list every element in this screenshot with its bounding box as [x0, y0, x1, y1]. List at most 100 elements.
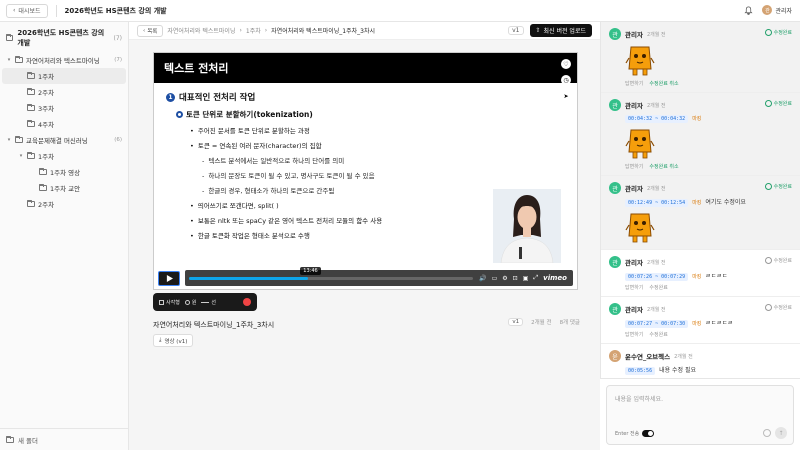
folder-icon: [27, 120, 35, 127]
comment-action[interactable]: 수정완료 취소: [649, 163, 678, 170]
comment-action[interactable]: 수정완료: [649, 284, 667, 291]
chevron-down-icon[interactable]: ▾: [6, 57, 12, 63]
dashboard-back-button[interactable]: ‹ 대시보드: [6, 3, 48, 18]
comment-item[interactable]: 윤 윤수연_오브젝스 2개월 전 00:05:56 내용 수정 필요: [601, 344, 800, 381]
top-bar: ‹ 대시보드 2026학년도 HS콘텐츠 강의 개발 관 관리자: [0, 0, 800, 22]
resolve-status[interactable]: 수정완료: [765, 183, 792, 190]
breadcrumb-course[interactable]: 자연어처리와 텍스트마이닝: [167, 26, 235, 35]
settings-icon[interactable]: ⚙: [502, 275, 507, 282]
player-side-icons: ♡ ◷ ➤: [561, 59, 571, 101]
comment-body: [625, 43, 792, 77]
volume-icon[interactable]: 🔊: [479, 275, 486, 282]
comment-composer: 내용을 입력하세요. Enter 전송 ↑: [600, 378, 800, 450]
comment-item[interactable]: 관 관리자 2개월 전 수정완료 00:04:32 ~ 00:04:32 마킹 답변하기 수정…: [601, 93, 800, 176]
vimeo-logo[interactable]: vimeo: [543, 274, 567, 282]
comment-actions: 답변하기 수정완료 취소: [625, 163, 792, 170]
comment-time: 2개월 전: [646, 185, 666, 192]
comment-action[interactable]: 수정완료: [649, 331, 667, 338]
fullscreen-icon[interactable]: ⤢: [533, 274, 538, 282]
folder-icon: [39, 168, 47, 175]
sidebar-item[interactable]: 2주차: [0, 84, 128, 100]
sidebar-item[interactable]: 1주차 영상: [0, 164, 128, 180]
sidebar-item[interactable]: 1주차: [2, 68, 126, 84]
sidebar-item[interactable]: ▾ 1주차: [0, 148, 128, 164]
slide-bullet: 하나의 문장도 토큰이 될 수 있고, 명사구도 토큰이 될 수 있음: [202, 170, 565, 180]
heart-icon[interactable]: ♡: [561, 59, 571, 69]
resolve-status[interactable]: 수정완료: [765, 257, 792, 264]
sticker-image: [625, 126, 655, 160]
send-button[interactable]: ↑: [775, 427, 787, 439]
resolve-status[interactable]: 수정완료: [765, 29, 792, 36]
comment-item[interactable]: 관 관리자 2개월 전 수정완료 00:07:27 ~ 00:07:30 마킹 ㄹㄷㄹㄷㄹ 답…: [601, 297, 800, 344]
sidebar-item[interactable]: 3주차: [0, 100, 128, 116]
toggle-switch[interactable]: [642, 430, 655, 437]
folder-icon: [6, 34, 14, 41]
sidebar-item-label: 2주차: [38, 201, 55, 209]
timestamp-chip[interactable]: 00:05:56: [625, 367, 656, 375]
sidebar: 2026학년도 HS콘텐츠 강의 개발 (7) ▾ 자연어처리와 텍스트마이닝 (7…: [0, 22, 129, 450]
comment-action[interactable]: 답변하기: [625, 80, 643, 87]
avatar: 관: [609, 303, 621, 315]
line-tool[interactable]: 선: [201, 299, 216, 306]
user-menu[interactable]: 관 관리자: [762, 5, 792, 15]
video-player[interactable]: 텍스트 전처리 1 대표적인 전처리 작업 토큰 단위로 분할하기(tokeni…: [153, 52, 578, 290]
sidebar-item[interactable]: ▾ 교육문제해결 머신러닝 (6): [0, 132, 128, 148]
course-title[interactable]: 2026학년도 HS콘텐츠 강의 개발 (7): [0, 22, 128, 52]
comment-author: 관리자: [625, 259, 643, 267]
timestamp-chip[interactable]: 00:12:49 ~ 00:12:54: [625, 199, 689, 207]
clock-icon[interactable]: ◷: [561, 75, 571, 85]
record-button[interactable]: [243, 298, 251, 306]
course-count: (7): [113, 34, 123, 42]
folder-icon: [39, 184, 47, 191]
user-name: 관리자: [775, 7, 792, 15]
comment-input[interactable]: 내용을 입력하세요. Enter 전송 ↑: [606, 385, 794, 445]
rect-tool[interactable]: 사각형: [159, 299, 180, 306]
resolve-status[interactable]: 수정완료: [765, 304, 792, 311]
video-attachment-button[interactable]: ⤓ 영상 (v1): [153, 334, 194, 347]
timestamp-chip[interactable]: 00:07:26 ~ 00:07:29: [625, 273, 689, 281]
comment-body: 00:05:56 내용 수정 필요: [625, 365, 792, 375]
marking-badge: 마킹: [692, 321, 702, 327]
slide-bullet: 텍스트 분석에서는 일반적으로 하나의 단어를 의미: [202, 155, 565, 165]
play-button[interactable]: [158, 270, 180, 286]
sidebar-item-label: 4주차: [38, 121, 55, 129]
upload-latest-button[interactable]: ⇧ 최신 버전 업로드: [529, 24, 592, 37]
comment-action[interactable]: 답변하기: [625, 163, 643, 170]
timestamp-chip[interactable]: 00:07:27 ~ 00:07:30: [625, 320, 689, 328]
captions-icon[interactable]: ▭: [492, 275, 498, 282]
slide-subheading: 토큰 단위로 분할하기(tokenization): [176, 109, 565, 120]
sidebar-item[interactable]: 4주차: [0, 116, 128, 132]
circle-tool[interactable]: 원: [184, 299, 197, 306]
number-badge: 1: [166, 92, 175, 102]
bell-icon[interactable]: [742, 4, 754, 16]
comment-item[interactable]: 관 관리자 2개월 전 수정완료 00:12:49 ~ 00:12:54 마킹 여기도 수정…: [601, 176, 800, 250]
comment-text: ㄹㄷㄹㄷㄹ: [705, 320, 734, 327]
send-icon[interactable]: ➤: [561, 91, 571, 101]
breadcrumb-week[interactable]: 1주차: [246, 26, 261, 35]
sidebar-item[interactable]: ▾ 자연어처리와 텍스트마이닝 (7): [0, 52, 128, 68]
chevron-down-icon[interactable]: ▾: [18, 153, 24, 159]
list-button[interactable]: ‹ 목록: [137, 24, 164, 37]
timestamp-chip[interactable]: 00:04:32 ~ 00:04:32: [625, 115, 689, 123]
circle-tool-label: 원: [191, 299, 197, 306]
comment-action[interactable]: 답변하기: [625, 284, 643, 291]
sidebar-item[interactable]: 1주차 교안: [0, 180, 128, 196]
comment-item[interactable]: 관 관리자 2개월 전 수정완료 00:07:26 ~ 00:07:29 마킹 ㄹㄷㄹㄷ 답변…: [601, 250, 800, 297]
resolve-status[interactable]: 수정완료: [765, 100, 792, 107]
sidebar-item-label: 자연어처리와 텍스트마이닝: [26, 57, 100, 65]
new-folder-button[interactable]: 새 폴더: [0, 428, 129, 450]
sidebar-item[interactable]: 2주차: [0, 196, 128, 212]
comment-action[interactable]: 수정완료 취소: [649, 80, 678, 87]
enter-send-toggle[interactable]: Enter 전송: [615, 430, 655, 437]
pip-icon[interactable]: ▣: [523, 275, 529, 282]
sticker-image: [625, 210, 655, 244]
sidebar-item-label: 교육문제해결 머신러닝: [26, 137, 88, 145]
comment-item[interactable]: 관 관리자 2개월 전 수정완료 답변하기 수정완료 취소: [601, 22, 800, 93]
progress-bar[interactable]: 13:46 🔊 ▭ ⚙ ⊡ ▣ ⤢ vimeo: [185, 266, 573, 286]
comment-author: 관리자: [625, 306, 643, 314]
chevron-down-icon[interactable]: ▾: [6, 137, 12, 143]
airplay-icon[interactable]: ⊡: [513, 275, 518, 282]
progress-track[interactable]: 13:46: [189, 266, 473, 280]
comment-action[interactable]: 답변하기: [625, 331, 643, 338]
emoji-icon[interactable]: [763, 429, 771, 437]
